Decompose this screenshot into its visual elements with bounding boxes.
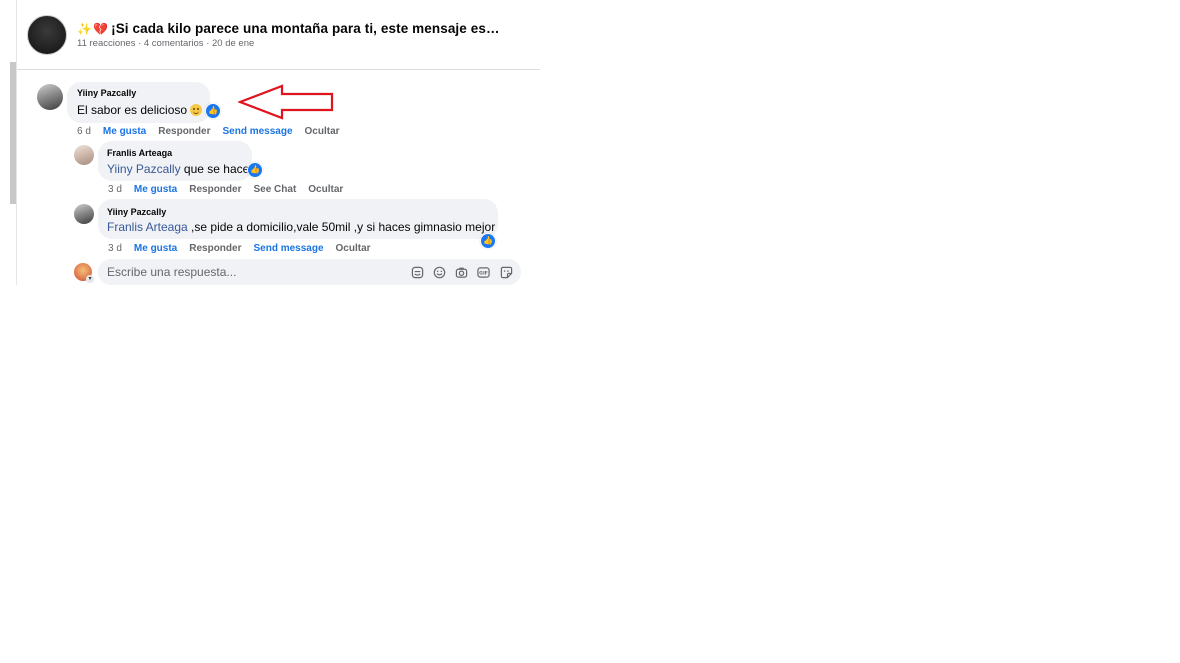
post-thumbnail[interactable] (27, 15, 67, 55)
smile-emoji-icon (190, 104, 203, 116)
sticker-icon[interactable] (411, 266, 424, 279)
reply-avatar[interactable] (74, 145, 94, 165)
hide-button[interactable]: Ocultar (308, 184, 343, 195)
send-message-button[interactable]: Send message (253, 243, 323, 254)
gif-icon[interactable]: GIF (477, 266, 490, 279)
reply-button[interactable]: Responder (189, 243, 241, 254)
hide-button[interactable]: Ocultar (305, 126, 340, 137)
reply-button[interactable]: Responder (189, 184, 241, 195)
reply-placeholder: Escribe una respuesta... (107, 265, 237, 279)
camera-icon[interactable] (455, 266, 468, 279)
broken-heart-icon: 💔 (93, 22, 109, 36)
comment-author[interactable]: Yiiny Pazcally (77, 88, 136, 98)
comment-time[interactable]: 6 d (77, 126, 91, 137)
comment-avatar[interactable] (37, 84, 63, 110)
post-title-text: ¡Si cada kilo parece una montaña para ti… (111, 21, 500, 36)
like-icon[interactable]: 👍 (205, 103, 221, 119)
reply-button[interactable]: Responder (158, 126, 210, 137)
post-title[interactable]: ✨💔 ¡Si cada kilo parece una montaña para … (77, 21, 500, 36)
comment-text: El sabor es delicioso (77, 103, 203, 117)
panel-border (16, 0, 17, 285)
reply-text-body: ,se pide a domicilio,vale 50mil ,y si ha… (187, 220, 496, 234)
like-button[interactable]: Me gusta (103, 126, 146, 137)
emoji-icon[interactable] (433, 266, 446, 279)
see-chat-button[interactable]: See Chat (253, 184, 296, 195)
send-message-button[interactable]: Send message (222, 126, 292, 137)
comment-text-body: El sabor es delicioso (77, 103, 188, 117)
reply-actions: 3 d Me gusta Responder See Chat Ocultar (108, 184, 355, 195)
avatar-sticker-icon[interactable] (500, 266, 513, 279)
reply-avatar[interactable] (74, 204, 94, 224)
like-button[interactable]: Me gusta (134, 243, 177, 254)
chevron-down-icon[interactable]: ▾ (86, 275, 94, 283)
reply-bubble: Franlis Arteaga Yiiny Pazcally que se ha… (98, 141, 252, 181)
sparkle-icon: ✨ (77, 22, 93, 36)
reply-bubble: Yiiny Pazcally Franlis Arteaga ,se pide … (98, 199, 498, 239)
mention-link[interactable]: Yiiny Pazcally (107, 162, 181, 176)
like-icon[interactable]: 👍 (480, 233, 496, 249)
like-icon[interactable]: 👍 (247, 162, 263, 178)
divider (17, 69, 540, 70)
reply-actions: 3 d Me gusta Responder Send message Ocul… (108, 243, 383, 254)
reply-time[interactable]: 3 d (108, 184, 122, 195)
reply-text: Franlis Arteaga ,se pide a domicilio,val… (107, 220, 495, 234)
comment-actions: 6 d Me gusta Responder Send message Ocul… (77, 126, 352, 137)
hide-button[interactable]: Ocultar (336, 243, 371, 254)
reply-author[interactable]: Franlis Arteaga (107, 148, 172, 158)
post-meta: 11 reacciones · 4 comentarios · 20 de en… (77, 38, 255, 49)
reply-author[interactable]: Yiiny Pazcally (107, 207, 166, 217)
reply-time[interactable]: 3 d (108, 243, 122, 254)
reply-text-body: que se hace (180, 162, 250, 176)
comment-bubble: Yiiny Pazcally El sabor es delicioso (67, 82, 210, 123)
mention-link[interactable]: Franlis Arteaga (107, 220, 188, 234)
svg-text:GIF: GIF (479, 271, 488, 277)
like-button[interactable]: Me gusta (134, 184, 177, 195)
annotation-arrow-icon (238, 84, 334, 120)
reply-text: Yiiny Pazcally que se hace (107, 162, 249, 176)
